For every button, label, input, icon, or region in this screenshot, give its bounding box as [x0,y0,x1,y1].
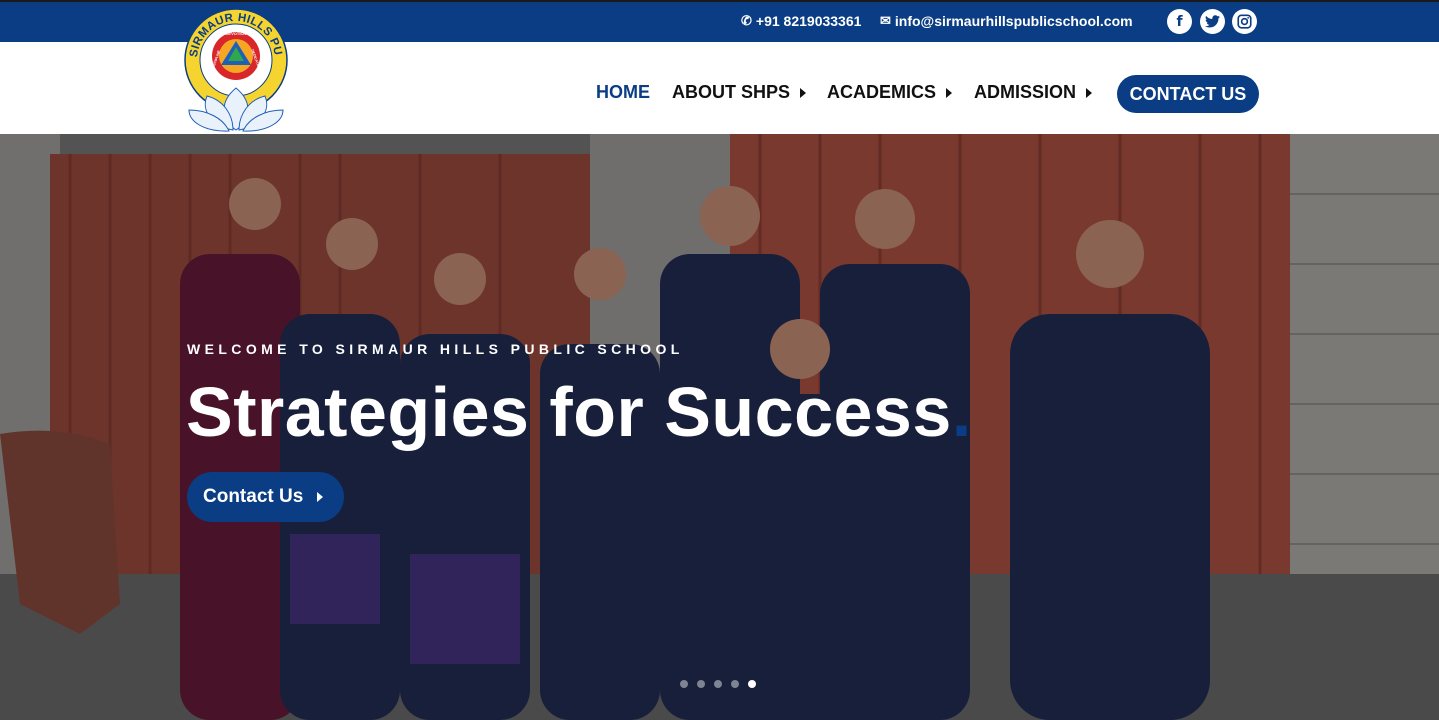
phone-number: +91 8219033361 [755,13,862,29]
contact-us-button[interactable]: CONTACT US [1117,75,1259,113]
nav-academics[interactable]: ACADEMICS [827,82,953,103]
nav-admission-label: ADMISSION [974,82,1077,102]
email-link[interactable]: ✉ info@sirmaurhillspublicschool.com [880,13,1133,29]
logo-inner-top: DEVOTION [226,31,247,36]
nav-about[interactable]: ABOUT SHPS [672,82,807,103]
nav-home-label: HOME [596,82,650,102]
logo-emblem: SIRMAUR HILLS PUBLIC SCHOOL DEVOTION DIS… [178,0,288,132]
hero-welcome-text: WELCOME TO SIRMAUR HILLS PUBLIC SCHOOL [187,341,684,357]
slider-dot-1[interactable] [680,680,688,688]
hero-headline-text: Strategies for Success [186,373,952,451]
nav-admission[interactable]: ADMISSION [974,82,1093,103]
caret-right-icon [317,492,324,502]
twitter-icon[interactable] [1200,9,1225,34]
hero-headline-dot: . [951,373,972,451]
slider-dot-5[interactable] [748,680,756,688]
nav-academics-label: ACADEMICS [827,82,937,102]
caret-right-icon [800,87,807,98]
envelope-icon: ✉ [880,13,891,28]
slider-pagination [680,680,756,688]
slider-dot-2[interactable] [697,680,705,688]
phone-icon: ✆ [741,13,752,28]
nav-about-label: ABOUT SHPS [672,82,791,102]
nav-home[interactable]: HOME [596,82,650,103]
caret-right-icon [1086,87,1093,98]
slider-dot-4[interactable] [731,680,739,688]
instagram-icon[interactable] [1232,9,1257,34]
caret-right-icon [946,87,953,98]
hero-contact-label: Contact Us [203,486,304,507]
email-address: info@sirmaurhillspublicschool.com [894,13,1133,29]
phone-link[interactable]: ✆ +91 8219033361 [741,13,861,29]
facebook-icon[interactable]: f [1167,9,1192,34]
school-logo[interactable]: SIRMAUR HILLS PUBLIC SCHOOL DEVOTION DIS… [178,0,289,134]
hero-contact-button[interactable]: Contact Us [187,472,344,522]
hero-headline: Strategies for Success. [186,372,972,452]
hero-slider: WELCOME TO SIRMAUR HILLS PUBLIC SCHOOL S… [0,134,1439,720]
slider-dot-3[interactable] [714,680,722,688]
